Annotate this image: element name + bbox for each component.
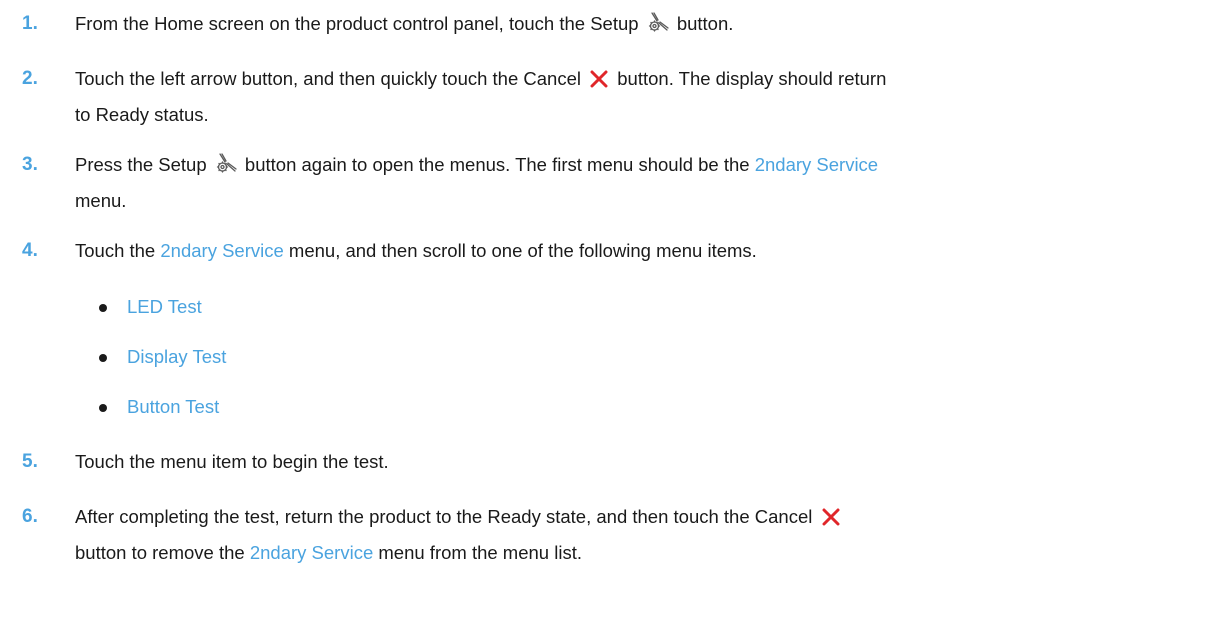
bullet-icon <box>99 404 107 412</box>
menu-link-button-test[interactable]: Button Test <box>127 392 219 422</box>
cancel-x-icon <box>589 65 609 98</box>
step-text-part: button. <box>676 13 734 34</box>
step-text-part: button again to open the menus. The firs… <box>244 154 750 175</box>
step-text-part: Touch the left arrow button, and then qu… <box>75 68 581 89</box>
step-text-part: Press the Setup <box>75 154 207 175</box>
menu-link-led-test[interactable]: LED Test <box>127 292 202 322</box>
menu-link-2ndary-service[interactable]: 2ndary Service <box>755 154 878 175</box>
step-number: 6. <box>22 506 38 527</box>
step-number: 2. <box>22 68 38 89</box>
cancel-x-icon <box>821 503 841 536</box>
step-text: From the Home screen on the product cont… <box>75 7 1195 43</box>
step-text-part: From the Home screen on the product cont… <box>75 13 639 34</box>
menu-link-2ndary-service[interactable]: 2ndary Service <box>250 542 373 563</box>
bullet-icon <box>99 354 107 362</box>
step-text: Touch the left arrow button, and then qu… <box>75 62 1195 131</box>
setup-wrench-icon <box>215 151 237 184</box>
step-text-part: menu, and then scroll to one of the foll… <box>288 240 757 261</box>
step-text-part: button. The display should return <box>617 68 887 89</box>
step-text-part: button to remove the <box>75 542 245 563</box>
setup-wrench-icon <box>647 10 669 43</box>
menu-link-2ndary-service[interactable]: 2ndary Service <box>160 240 283 261</box>
step-text-part: to Ready status. <box>75 104 209 125</box>
step-text: After completing the test, return the pr… <box>75 500 1195 569</box>
step-number: 3. <box>22 154 38 175</box>
step-text-part: Touch the menu item to begin the test. <box>75 451 389 472</box>
step-text-part: Touch the <box>75 240 156 261</box>
step-number: 1. <box>22 13 38 34</box>
step-text: Touch the 2ndary Service menu, and then … <box>75 234 1195 267</box>
menu-link-display-test[interactable]: Display Test <box>127 342 226 372</box>
step-text-part: menu from the menu list. <box>378 542 582 563</box>
step-text-part: After completing the test, return the pr… <box>75 506 813 527</box>
step-number: 4. <box>22 240 38 261</box>
step-text: Touch the menu item to begin the test. <box>75 445 1195 478</box>
step-text: Press the Setup button again to open the… <box>75 148 1195 217</box>
step-text-part: menu. <box>75 190 127 211</box>
bullet-icon <box>99 304 107 312</box>
step-number: 5. <box>22 451 38 472</box>
instructions-document: 1. From the Home screen on the product c… <box>0 0 1221 622</box>
